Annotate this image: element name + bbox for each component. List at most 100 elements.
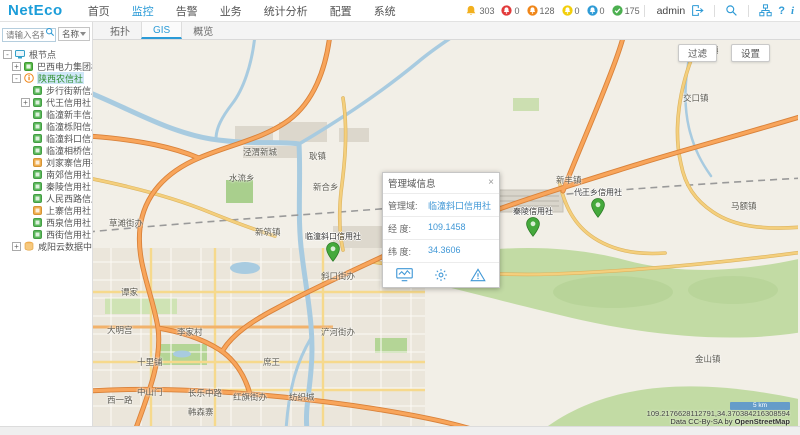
nav-monitor[interactable]: 监控 [121, 3, 165, 19]
content-area: 名称 -根节点+巴西电力集团楼-陕西农信社步行街新信用社+代王信用社临潼新丰信用… [0, 22, 800, 426]
tree-node-label: 陕西农信社 [37, 72, 84, 84]
bell-alarm-badge[interactable]: 303 [465, 5, 494, 17]
divider [714, 5, 715, 17]
popup-row-value: 34.3606 [428, 245, 494, 258]
nav-system[interactable]: 系统 [363, 3, 407, 19]
location-pin-icon [526, 224, 540, 241]
tree-node-15[interactable]: 西街信用社 [0, 228, 92, 240]
info-icon[interactable]: i [791, 5, 794, 17]
monitor-icon [15, 50, 25, 59]
search-icon[interactable] [725, 4, 738, 17]
username-label: admin [657, 5, 686, 17]
popup-row-2: 纬 度:34.3606 [383, 239, 499, 262]
popup-row-value: 109.1458 [428, 222, 494, 235]
minor-alarm-badge[interactable]: 0 [562, 5, 580, 16]
tab-overview[interactable]: 概览 [182, 22, 224, 39]
map-town-label: 十里铺 [137, 356, 163, 368]
warning-alarm-badge[interactable]: 0 [587, 5, 605, 16]
leaf-icon [33, 182, 42, 191]
leaf-icon [33, 98, 42, 107]
popup-row-label: 管理域: [388, 199, 428, 212]
tree-node-0[interactable]: -根节点 [0, 48, 92, 60]
map-marker-label: 代王乡信用社 [574, 187, 622, 198]
map-town-label: 长乐中路 [188, 387, 222, 399]
major-alarm-badge[interactable]: 128 [527, 5, 555, 16]
map-marker[interactable]: 秦陵信用社 [526, 217, 540, 237]
gis-map[interactable]: 何寨镇交口镇新丰镇马额镇金山镇泾渭新城耿镇水流乡新合乡草滩街办新筑镇斜口街办谭家… [93, 40, 800, 426]
expand-icon[interactable]: + [12, 242, 21, 251]
nav-home[interactable]: 首页 [77, 3, 121, 19]
topology-icon[interactable] [759, 4, 772, 17]
map-marker[interactable]: 代王乡信用社 [591, 198, 605, 218]
tree-node-1[interactable]: +巴西电力集团楼 [0, 60, 92, 72]
user-area: admin ? i [657, 4, 794, 17]
settings-icon[interactable] [434, 268, 448, 282]
tree-node-7[interactable]: 临潼斜口信用社 [0, 132, 92, 144]
map-town-label: 草滩街办 [109, 217, 143, 229]
tree-node-8[interactable]: 临潼相桥信用社 [0, 144, 92, 156]
openstreetmap-link[interactable]: OpenStreetMap [735, 417, 790, 426]
tree-node-12[interactable]: 人民西路信用社 [0, 192, 92, 204]
help-icon[interactable]: ? [778, 5, 785, 17]
tree-node-label: 人民西路信用社 [45, 192, 92, 204]
alarm-count: 175 [625, 6, 640, 16]
tree-node-4[interactable]: +代王信用社 [0, 96, 92, 108]
map-town-label: 斜口街办 [321, 270, 355, 282]
search-type-select[interactable]: 名称 [58, 27, 90, 41]
tree-node-label: 西街信用社 [45, 228, 92, 240]
alarm-icon[interactable] [470, 268, 486, 282]
nav-statistics[interactable]: 统计分析 [253, 3, 319, 19]
map-town-label: 交口镇 [683, 92, 709, 104]
map-town-label: 浐河街办 [321, 326, 355, 338]
filter-button[interactable]: 过滤 [678, 44, 717, 62]
tree-node-11[interactable]: 秦陵信用社 [0, 180, 92, 192]
popup-row-value[interactable]: 临潼斜口信用社 [428, 199, 494, 212]
settings-button[interactable]: 设置 [731, 44, 770, 62]
tab-topology[interactable]: 拓扑 [99, 22, 141, 39]
expand-icon[interactable]: + [21, 98, 30, 107]
map-marker-label: 临潼斜口信用社 [305, 231, 361, 242]
tree-node-label: 上寨信用社 [45, 204, 92, 216]
nav-service[interactable]: 业务 [209, 3, 253, 19]
collapse-icon[interactable]: - [12, 74, 21, 83]
tree-node-14[interactable]: 西泉信用社 [0, 216, 92, 228]
sidebar: 名称 -根节点+巴西电力集团楼-陕西农信社步行街新信用社+代王信用社临潼新丰信用… [0, 22, 93, 426]
map-attribution: Data CC-By-SA by OpenStreetMap [670, 417, 790, 426]
nav-config[interactable]: 配置 [319, 3, 363, 19]
popup-rows: 管理域:临潼斜口信用社经 度:109.1458纬 度:34.3606 [383, 193, 499, 262]
divider [748, 5, 749, 17]
tree-node-2[interactable]: - 陕西农信社 [0, 72, 92, 84]
tree-node-5[interactable]: 临潼新丰信用社 [0, 108, 92, 120]
map-marker[interactable]: 临潼斜口信用社 [326, 242, 340, 262]
search-type-label: 名称 [62, 28, 79, 40]
collapse-icon[interactable]: - [3, 50, 12, 59]
close-icon[interactable]: × [488, 178, 494, 188]
site-icon [24, 62, 33, 71]
tree-node-13[interactable]: 上寨信用社 [0, 204, 92, 216]
search-icon[interactable] [45, 27, 55, 37]
nav-alarm[interactable]: 告警 [165, 3, 209, 19]
tab-gis[interactable]: GIS [141, 22, 182, 39]
popup-row-1: 经 度:109.1458 [383, 216, 499, 239]
major-icon [527, 5, 538, 16]
tree-node-label: 临潼栎阳信用社 [45, 120, 92, 132]
expand-icon[interactable]: + [12, 62, 21, 71]
tree-node-16[interactable]: +咸阳云数据中心 [0, 240, 92, 252]
tree-node-10[interactable]: 南郊信用社 [0, 168, 92, 180]
brand-logo[interactable]: NetEco [8, 2, 63, 19]
alarm-count: 0 [575, 6, 580, 16]
performance-icon[interactable] [396, 268, 413, 282]
normal-alarm-badge[interactable]: 175 [612, 5, 640, 16]
map-town-label: 席王 [263, 356, 280, 368]
logout-icon[interactable] [691, 4, 704, 17]
tree-node-3[interactable]: 步行街新信用社 [0, 84, 92, 96]
map-town-label: 大明宫 [107, 324, 133, 336]
critical-alarm-badge[interactable]: 0 [501, 5, 519, 16]
search-field-wrap [2, 25, 56, 43]
tree-node-label: 秦陵信用社 [45, 180, 92, 192]
tree-node-6[interactable]: 临潼栎阳信用社 [0, 120, 92, 132]
map-town-label: 西一路 [107, 394, 133, 406]
alarm-count: 303 [479, 6, 494, 16]
tree-node-9[interactable]: 刘家寨信用社 [0, 156, 92, 168]
leaf-icon [33, 134, 42, 143]
